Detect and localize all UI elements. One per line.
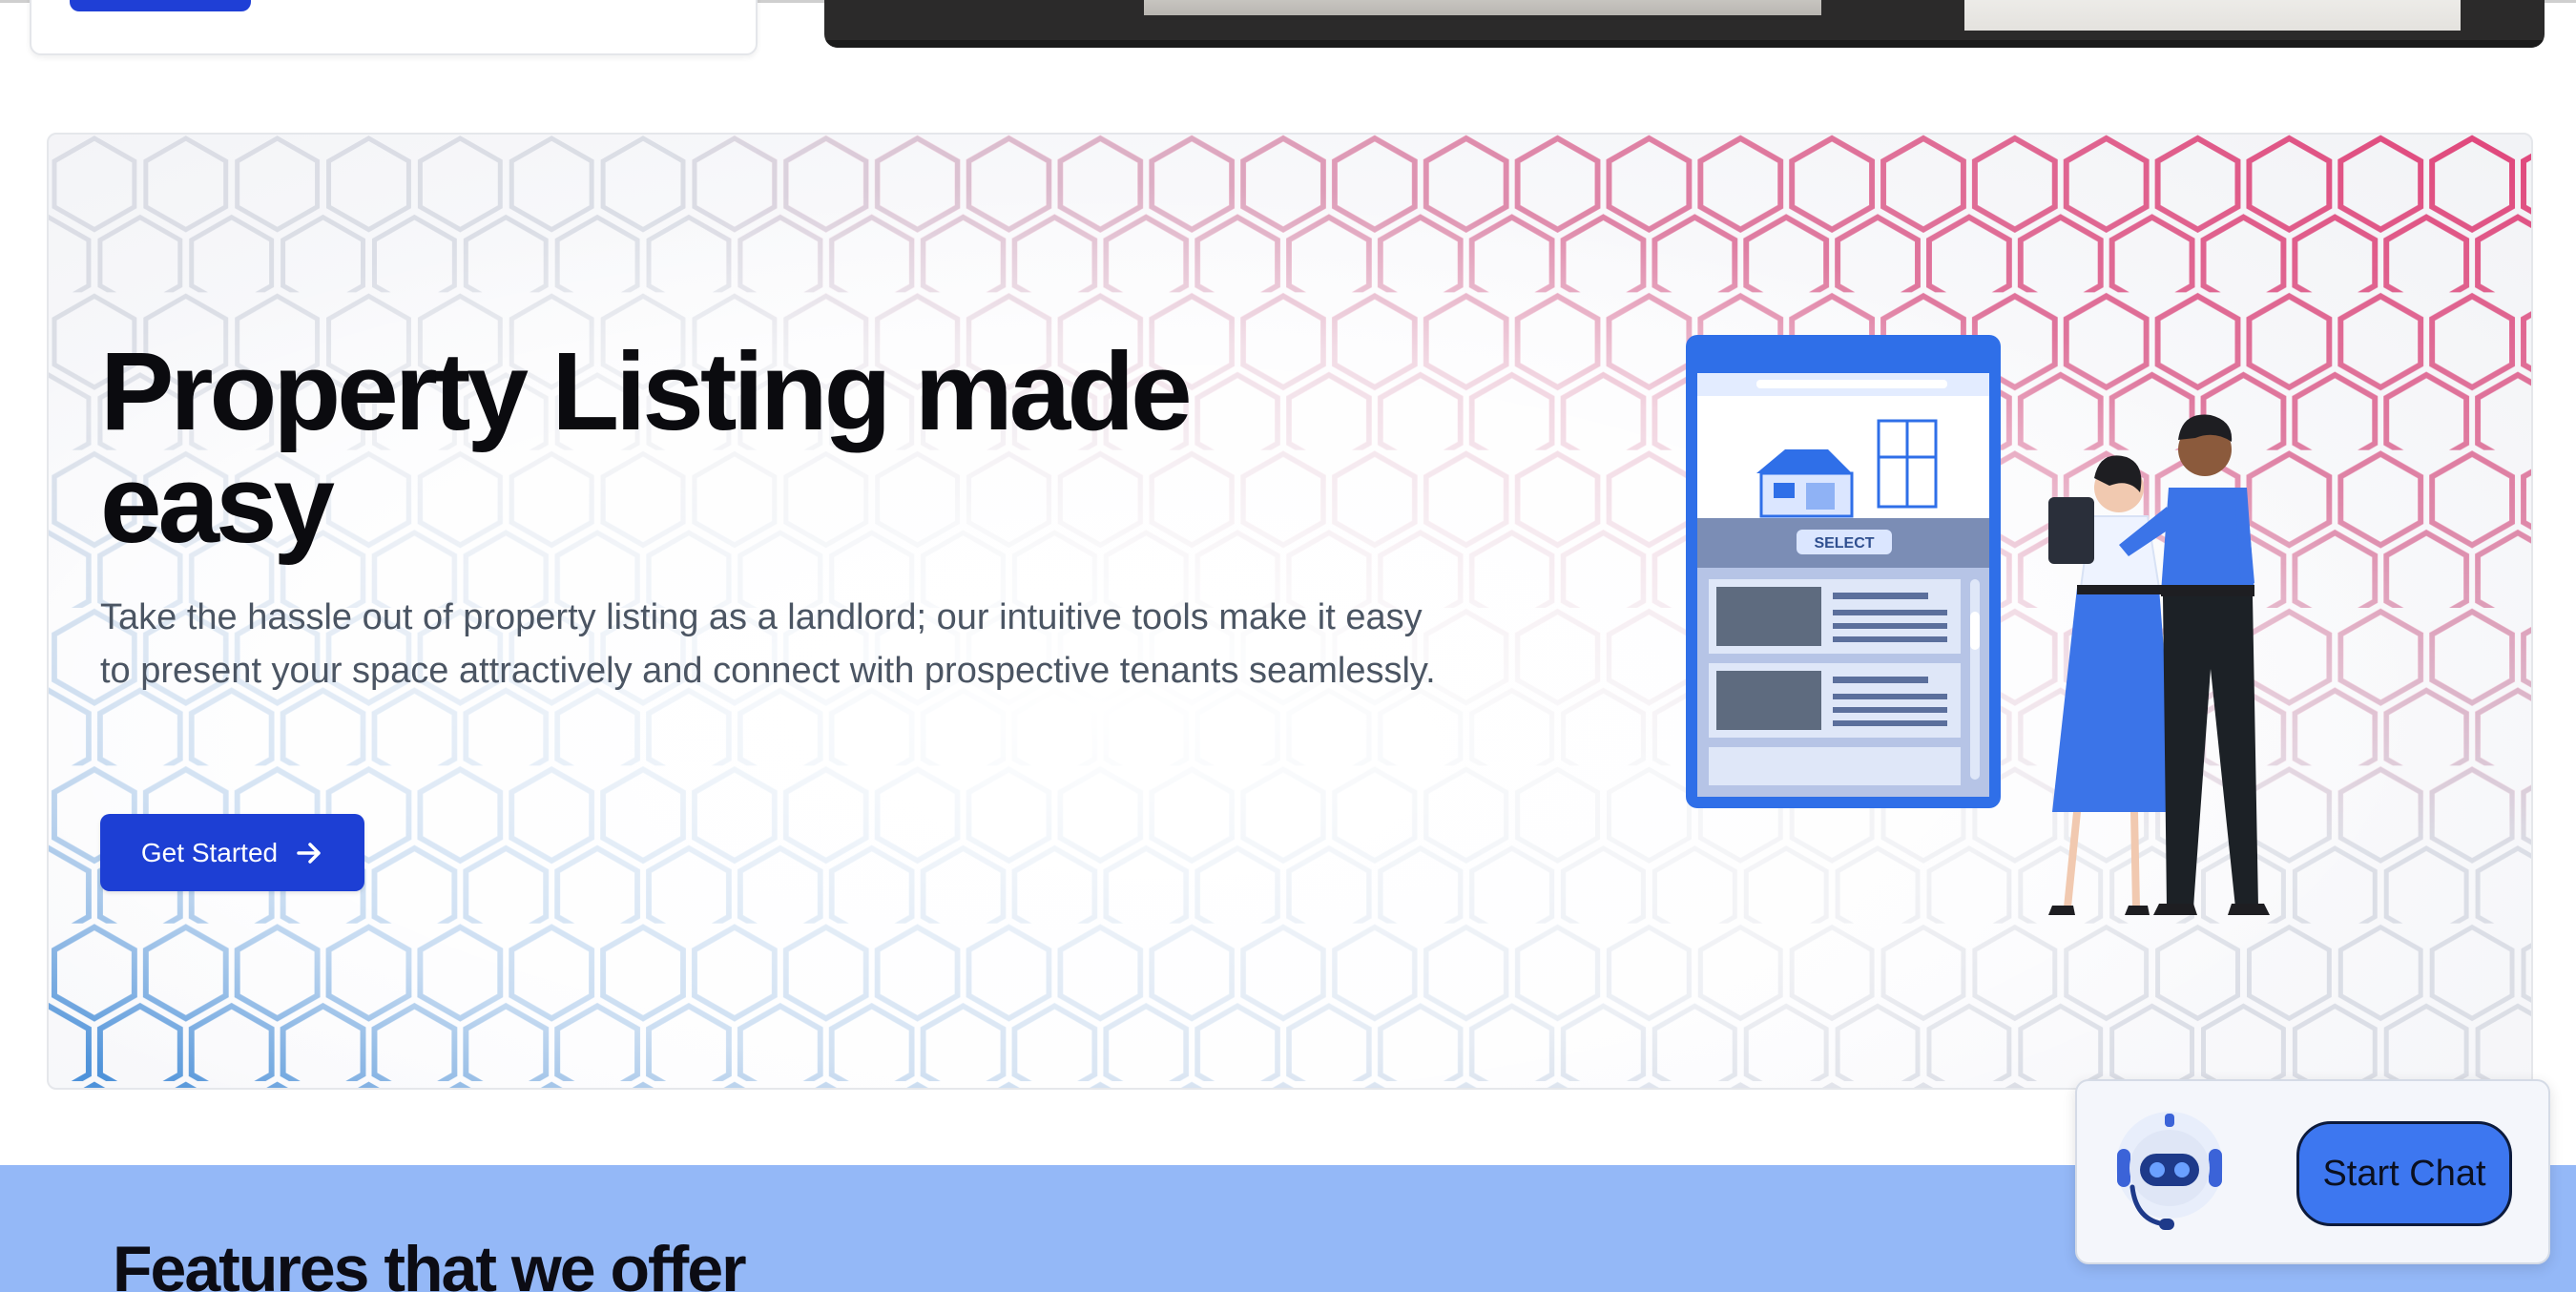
get-started-button[interactable]: Get Started — [100, 814, 364, 891]
image-detail — [1144, 0, 1821, 15]
robot-icon — [2116, 1112, 2223, 1230]
get-started-label: Get Started — [140, 837, 279, 867]
page: Property Listing made easy Take the hass… — [0, 0, 2576, 1292]
image-detail — [824, 40, 2545, 48]
previous-card — [30, 0, 758, 55]
hero-description: Take the hassle out of property listing … — [100, 597, 1436, 691]
select-label: SELECT — [1814, 535, 1874, 552]
tablet-illustration: SELECT — [1686, 335, 2001, 808]
chat-widget: Start Chat — [2075, 1079, 2550, 1264]
arrow-right-icon — [297, 842, 321, 864]
property-listing-illustration: SELECT — [1686, 335, 2270, 915]
image-detail — [1964, 0, 2461, 31]
previous-card-button[interactable] — [70, 0, 251, 11]
features-title: Features that we offer — [113, 1233, 747, 1292]
start-chat-button[interactable]: Start Chat — [2296, 1121, 2512, 1226]
hero-title: Property Listing made easy — [100, 329, 1193, 566]
hero-section: Property Listing made easy Take the hass… — [47, 133, 2533, 1090]
previous-media-image — [824, 0, 2545, 48]
